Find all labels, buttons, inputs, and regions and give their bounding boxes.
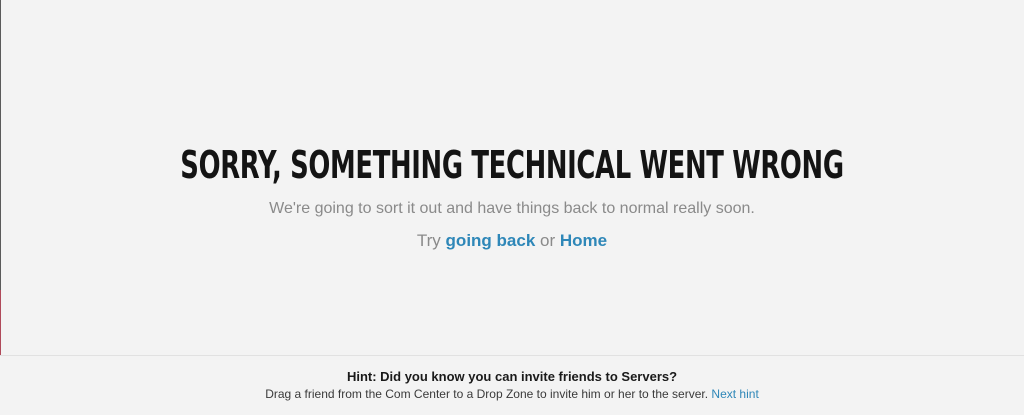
error-page: Sorry, something technical went wrong We… (0, 0, 1024, 355)
or-text: or (540, 231, 556, 250)
home-link[interactable]: Home (560, 231, 607, 250)
hint-title: Hint: Did you know you can invite friend… (346, 369, 678, 384)
error-title: Sorry, something technical went wrong (180, 143, 844, 187)
hint-bar: Hint: Did you know you can invite friend… (0, 355, 1024, 415)
next-hint-link[interactable]: Next hint (711, 387, 758, 401)
error-subtitle: We're going to sort it out and have thin… (269, 200, 755, 217)
recovery-options: Try going back or Home (0, 230, 1024, 252)
going-back-link[interactable]: going back (446, 231, 536, 250)
hint-text: Drag a friend from the Com Center to a D… (265, 387, 709, 401)
hint-text-line: Drag a friend from the Com Center to a D… (0, 387, 1024, 402)
try-prefix: Try (416, 231, 441, 250)
